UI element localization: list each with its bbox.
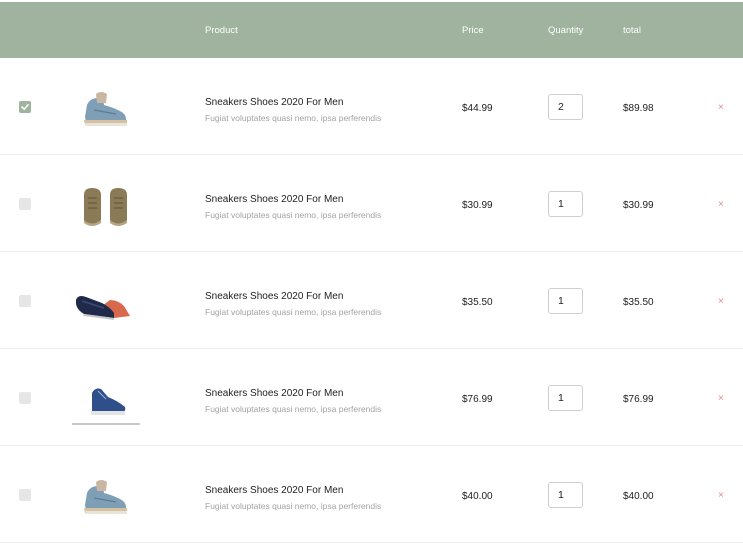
cart-row: Sneakers Shoes 2020 For Men Fugiat volup… <box>0 446 743 543</box>
quantity-input[interactable] <box>548 191 583 217</box>
product-description: Fugiat voluptates quasi nemo, ipsa perfe… <box>205 210 382 220</box>
cart-row: Sneakers Shoes 2020 For Men Fugiat volup… <box>0 349 743 446</box>
cart-row: Sneakers Shoes 2020 For Men Fugiat volup… <box>0 155 743 252</box>
product-name[interactable]: Sneakers Shoes 2020 For Men <box>205 194 343 205</box>
remove-icon[interactable]: × <box>718 393 724 405</box>
remove-icon[interactable]: × <box>718 296 724 308</box>
product-price: $35.50 <box>462 297 493 308</box>
header-price: Price <box>462 25 484 36</box>
quantity-input[interactable] <box>548 385 583 411</box>
quantity-input[interactable] <box>548 482 583 508</box>
product-name[interactable]: Sneakers Shoes 2020 For Men <box>205 485 343 496</box>
row-checkbox[interactable] <box>19 489 31 501</box>
navy-sneaker-image <box>68 367 144 427</box>
light-blue-sneaker-image <box>68 464 144 524</box>
row-checkbox[interactable] <box>19 101 31 113</box>
product-price: $40.00 <box>462 491 493 502</box>
quantity-input[interactable] <box>548 288 583 314</box>
product-description: Fugiat voluptates quasi nemo, ipsa perfe… <box>205 501 382 511</box>
brown-boots-pair-image <box>68 173 144 233</box>
product-name[interactable]: Sneakers Shoes 2020 For Men <box>205 388 343 399</box>
product-price: $44.99 <box>462 103 493 114</box>
header-product: Product <box>205 25 238 36</box>
row-checkbox[interactable] <box>19 198 31 210</box>
quantity-input[interactable] <box>548 94 583 120</box>
row-total: $30.99 <box>623 200 654 211</box>
remove-icon[interactable]: × <box>718 199 724 211</box>
product-description: Fugiat voluptates quasi nemo, ipsa perfe… <box>205 307 382 317</box>
row-total: $76.99 <box>623 394 654 405</box>
remove-icon[interactable]: × <box>718 490 724 502</box>
header-quantity: Quantity <box>548 25 584 36</box>
row-total: $40.00 <box>623 491 654 502</box>
shopping-cart: Product Price Quantity total Sneakers Sh… <box>0 0 743 543</box>
product-description: Fugiat voluptates quasi nemo, ipsa perfe… <box>205 404 382 414</box>
check-icon <box>21 104 29 110</box>
row-total: $89.98 <box>623 103 654 114</box>
dark-loafer-orange-image <box>68 270 144 330</box>
cart-row: Sneakers Shoes 2020 For Men Fugiat volup… <box>0 252 743 349</box>
product-name[interactable]: Sneakers Shoes 2020 For Men <box>205 291 343 302</box>
product-price: $30.99 <box>462 200 493 211</box>
row-checkbox[interactable] <box>19 392 31 404</box>
light-blue-sneaker-image <box>68 76 144 136</box>
product-price: $76.99 <box>462 394 493 405</box>
row-checkbox[interactable] <box>19 295 31 307</box>
remove-icon[interactable]: × <box>718 102 724 114</box>
product-name[interactable]: Sneakers Shoes 2020 For Men <box>205 97 343 108</box>
cart-header: Product Price Quantity total <box>0 2 743 58</box>
header-total: total <box>623 25 641 36</box>
cart-row: Sneakers Shoes 2020 For Men Fugiat volup… <box>0 58 743 155</box>
row-total: $35.50 <box>623 297 654 308</box>
product-description: Fugiat voluptates quasi nemo, ipsa perfe… <box>205 113 382 123</box>
